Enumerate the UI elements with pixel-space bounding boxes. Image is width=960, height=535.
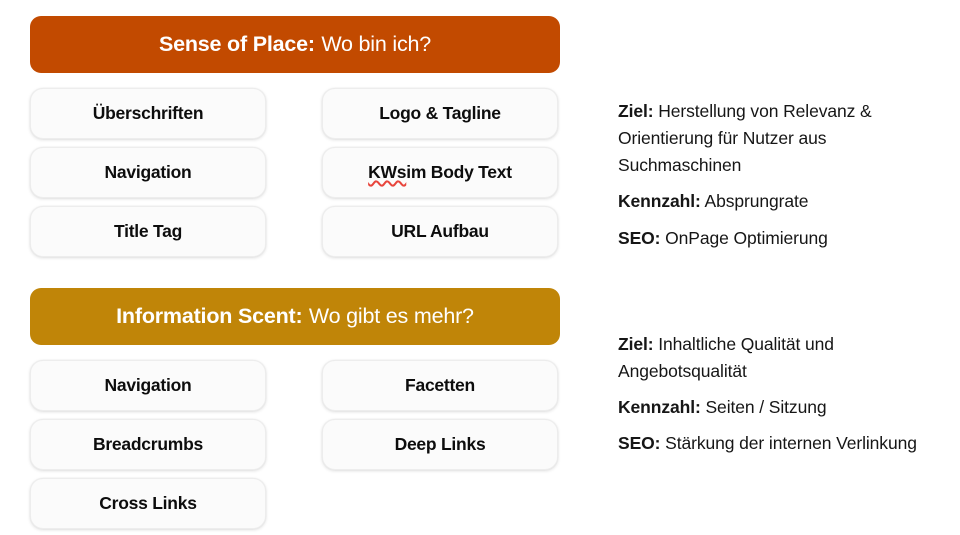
pill-breadcrumbs[interactable]: Breadcrumbs xyxy=(30,419,266,470)
pill-facetten[interactable]: Facetten xyxy=(322,360,558,411)
pill-label: Breadcrumbs xyxy=(92,434,204,454)
pill-label: Deep Links xyxy=(394,434,486,454)
info-label: Ziel: xyxy=(618,101,654,121)
band-question: Wo gibt es mehr? xyxy=(308,304,474,328)
band-question: Wo bin ich? xyxy=(321,32,432,56)
pill-label: Navigation xyxy=(104,375,192,395)
info-line-kennzahl: Kennzahl: Absprungrate xyxy=(618,188,948,215)
pill-grid-information-scent: Navigation Breadcrumbs Cross Links Facet… xyxy=(30,360,560,535)
pill-column-left: Überschriften Navigation Title Tag xyxy=(30,88,266,257)
info-line-ziel: Ziel: Herstellung von Relevanz & Orienti… xyxy=(618,98,948,179)
pill-kws-im-body-text[interactable]: KWs im Body Text xyxy=(322,147,558,198)
pill-cross-links[interactable]: Cross Links xyxy=(30,478,266,529)
pill-url-aufbau[interactable]: URL Aufbau xyxy=(322,206,558,257)
pill-ueberschriften[interactable]: Überschriften xyxy=(30,88,266,139)
pill-navigation[interactable]: Navigation xyxy=(30,360,266,411)
slide-canvas: Sense of Place: Wo bin ich? Überschrifte… xyxy=(0,0,960,535)
pill-label-misspelled-word: KWs xyxy=(368,162,407,182)
pill-label: Facetten xyxy=(405,375,475,395)
info-value: Stärkung der internen Verlinkung xyxy=(665,433,917,454)
info-line-seo: SEO: OnPage Optimierung xyxy=(618,225,948,252)
info-line-kennzahl: Kennzahl: Seiten / Sitzung xyxy=(618,394,948,421)
info-value: Seiten / Sitzung xyxy=(705,397,827,418)
pill-title-tag[interactable]: Title Tag xyxy=(30,206,266,257)
pill-column-right: Facetten Deep Links xyxy=(322,360,558,470)
info-label: Ziel: xyxy=(618,334,654,354)
pill-navigation[interactable]: Navigation xyxy=(30,147,266,198)
pill-label: Logo & Tagline xyxy=(379,103,501,123)
section-information-scent: Information Scent: Wo gibt es mehr? Navi… xyxy=(30,288,560,535)
band-term: Sense of Place: xyxy=(158,32,315,56)
info-label: SEO: xyxy=(618,433,661,454)
sections-column: Sense of Place: Wo bin ich? Überschrifte… xyxy=(30,16,560,535)
section-sense-of-place: Sense of Place: Wo bin ich? Überschrifte… xyxy=(30,16,560,263)
info-value: Herstellung von Relevanz & Orientierung … xyxy=(618,101,872,176)
info-value: Absprungrate xyxy=(704,191,809,212)
pill-label: Überschriften xyxy=(92,103,204,123)
info-label: Kennzahl: xyxy=(618,191,701,212)
pill-label: Title Tag xyxy=(113,221,183,241)
info-line-ziel: Ziel: Inhaltliche Qualität und Angebotsq… xyxy=(618,331,948,385)
band-information-scent: Information Scent: Wo gibt es mehr? xyxy=(30,288,560,345)
pill-logo-tagline[interactable]: Logo & Tagline xyxy=(322,88,558,139)
pill-label: Cross Links xyxy=(99,493,197,513)
pill-column-right: Logo & Tagline KWs im Body Text URL Aufb… xyxy=(322,88,558,257)
band-sense-of-place: Sense of Place: Wo bin ich? xyxy=(30,16,560,73)
info-label: Kennzahl: xyxy=(618,397,701,418)
pill-label-rest: im Body Text xyxy=(406,162,512,182)
info-block-sense-of-place: Ziel: Herstellung von Relevanz & Orienti… xyxy=(618,98,948,252)
info-label: SEO: xyxy=(618,227,661,248)
info-value: OnPage Optimierung xyxy=(665,227,828,248)
pill-grid-sense-of-place: Überschriften Navigation Title Tag Logo … xyxy=(30,88,560,263)
info-line-seo: SEO: Stärkung der internen Verlinkung xyxy=(618,430,948,457)
pill-deep-links[interactable]: Deep Links xyxy=(322,419,558,470)
info-block-information-scent: Ziel: Inhaltliche Qualität und Angebotsq… xyxy=(618,331,948,458)
pill-column-left: Navigation Breadcrumbs Cross Links xyxy=(30,360,266,529)
pill-label: URL Aufbau xyxy=(391,221,489,241)
pill-label: Navigation xyxy=(104,162,192,182)
band-term: Information Scent: xyxy=(116,304,303,328)
